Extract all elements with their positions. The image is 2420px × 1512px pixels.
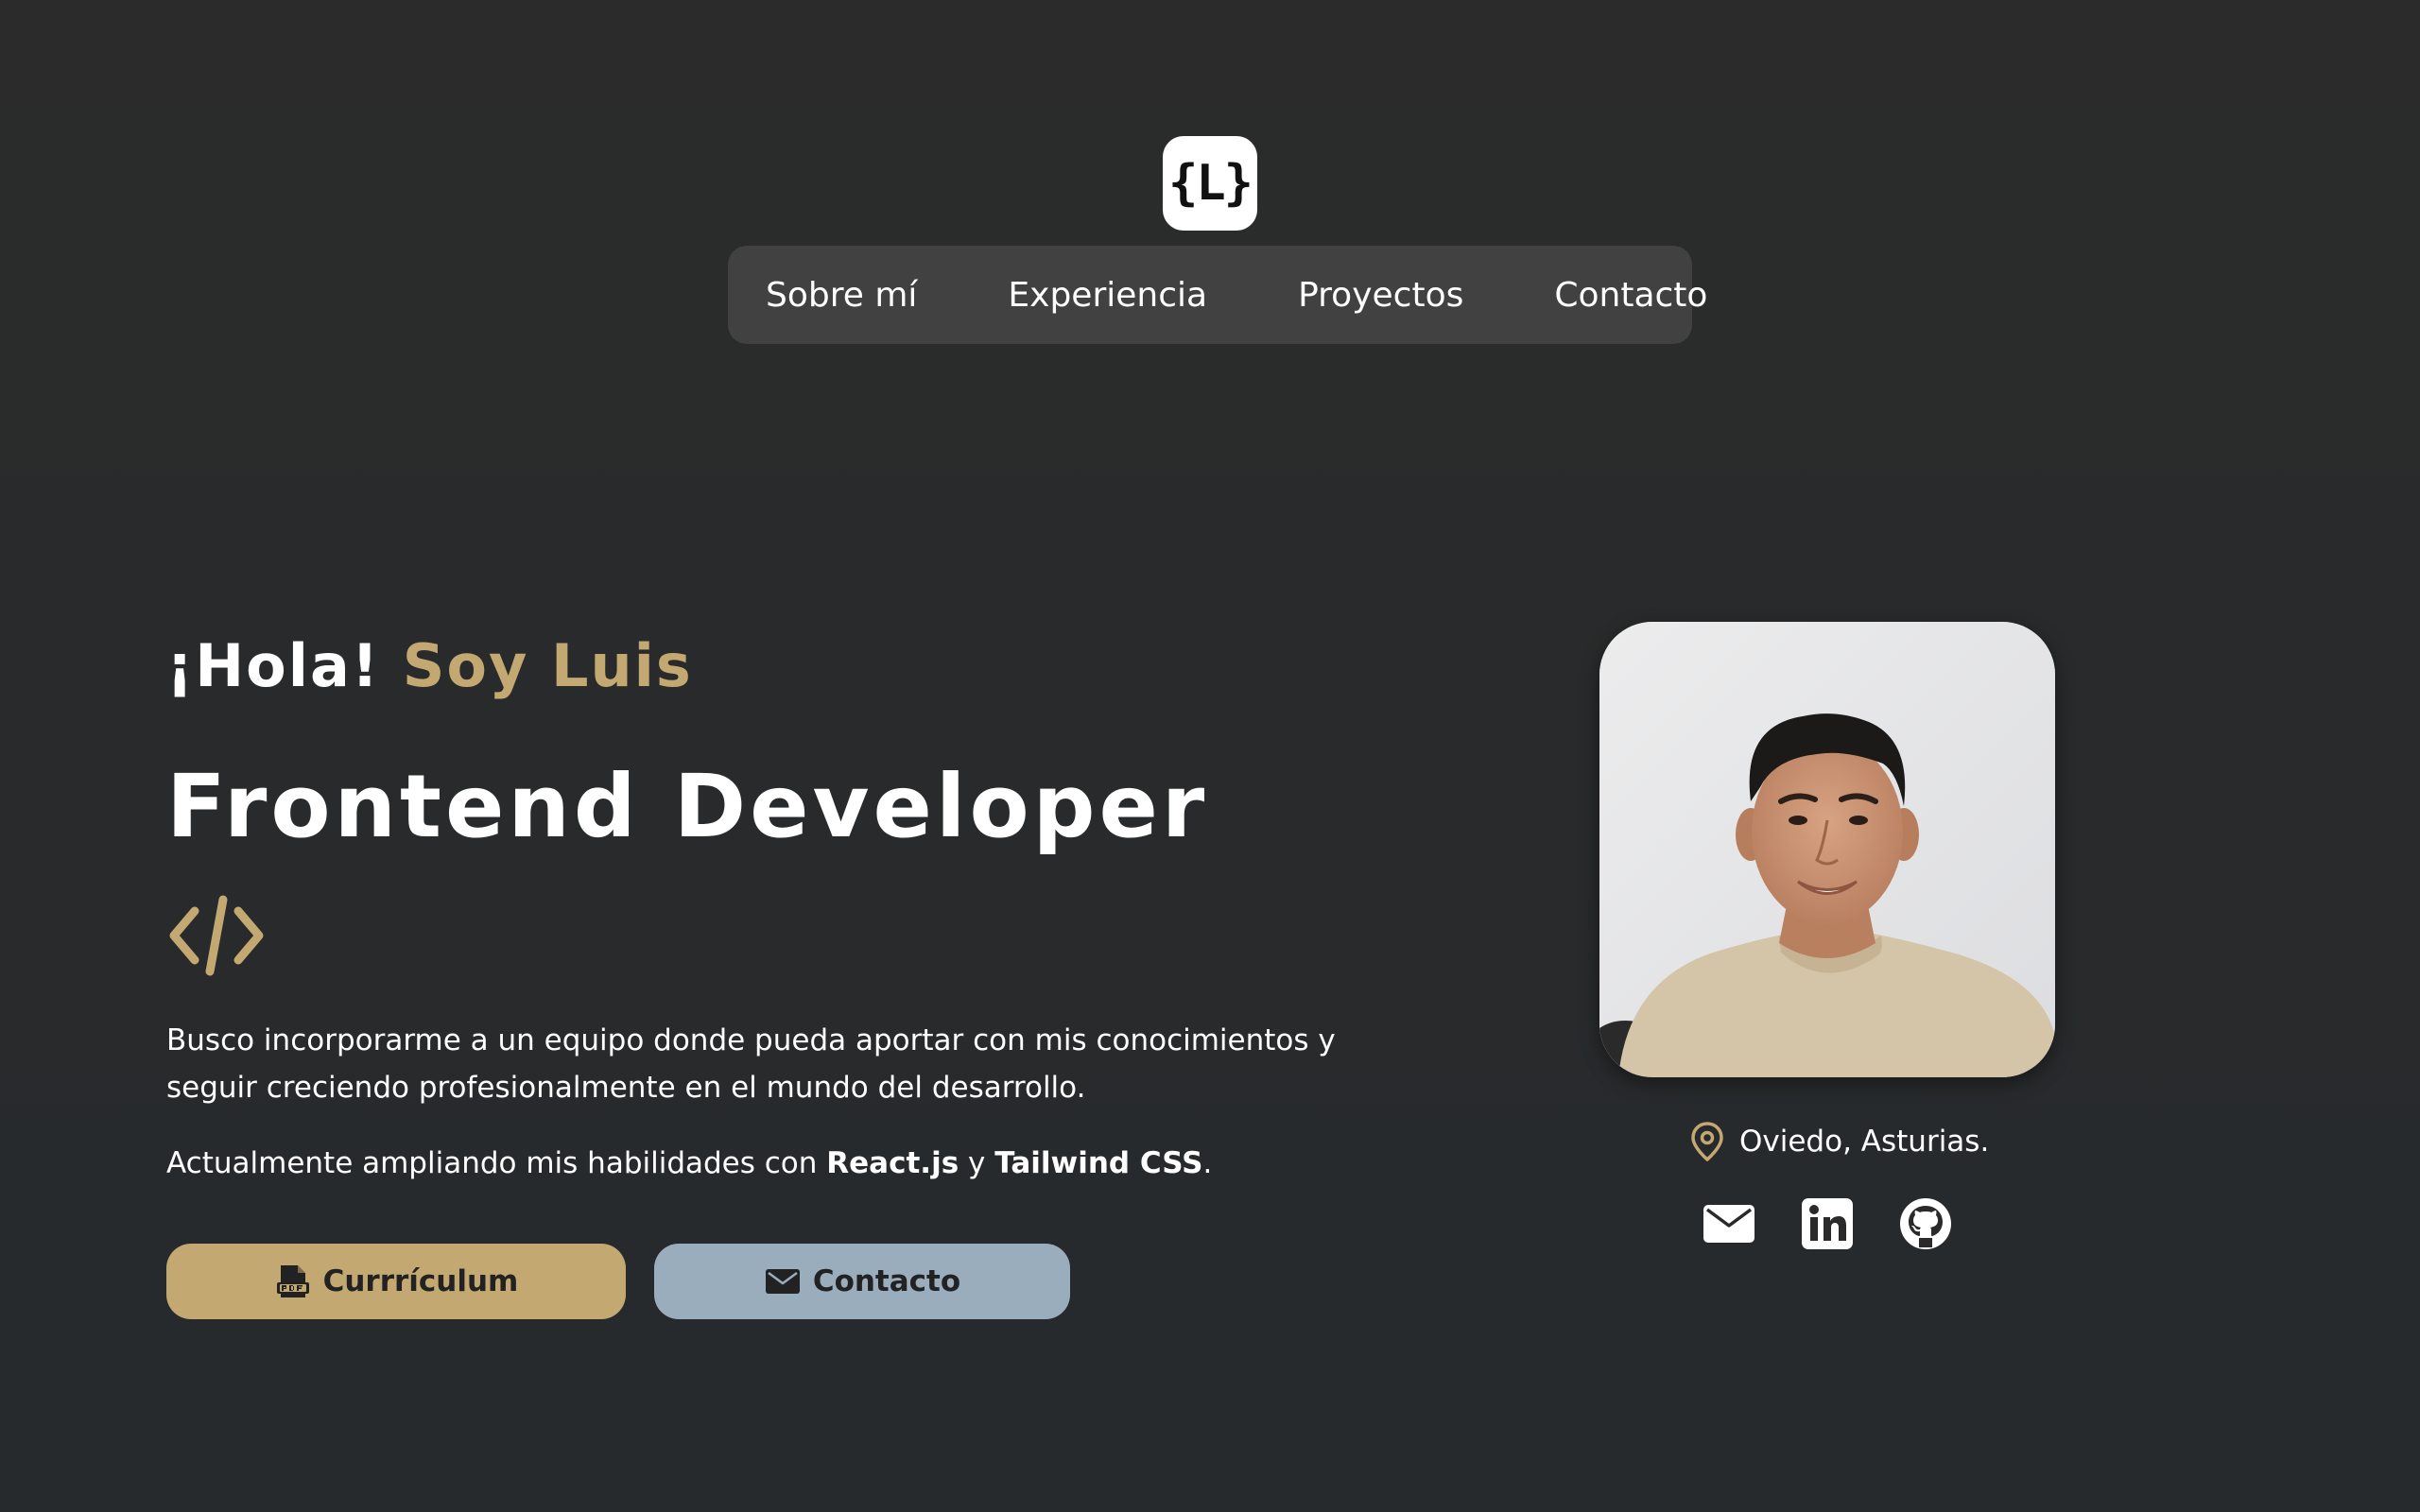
skills-prefix: Actualmente ampliando mis habilidades co… [166, 1146, 818, 1180]
intro-description: Busco incorporarme a un equipo donde pue… [166, 1023, 1336, 1105]
pdf-file-icon [276, 1265, 309, 1297]
map-pin-icon [1691, 1122, 1723, 1161]
github-icon[interactable] [1898, 1196, 1953, 1251]
page-title: Frontend Developer [166, 756, 1209, 857]
contact-button-label: Contacto [812, 1264, 961, 1298]
cv-button-label: Currrículum [322, 1264, 519, 1298]
contact-button[interactable]: Contacto [654, 1244, 1070, 1319]
profile-photo-illustration [1599, 622, 2055, 1077]
main-navigation: Sobre mí Experiencia Proyectos Contacto [728, 246, 1707, 344]
logo-text: {L} [1168, 155, 1253, 212]
nav-item-experiencia[interactable]: Experiencia [1008, 276, 1207, 315]
location: Oviedo, Asturias. [1688, 1121, 1989, 1162]
cv-button[interactable]: Currrículum [166, 1244, 626, 1319]
skills-description: Actualmente ampliando mis habilidades co… [166, 1140, 1414, 1187]
nav-item-sobre-mi[interactable]: Sobre mí [766, 276, 917, 315]
greeting-heading: ¡Hola! Soy Luis [166, 631, 693, 700]
skill-tailwind: Tailwind CSS [994, 1146, 1203, 1180]
nav-item-proyectos[interactable]: Proyectos [1298, 276, 1463, 315]
profile-photo [1599, 622, 2055, 1077]
location-text: Oviedo, Asturias. [1739, 1125, 1990, 1159]
social-links [1702, 1196, 1953, 1251]
site-logo[interactable]: {L} [1163, 136, 1257, 231]
skill-react: React.js [826, 1146, 959, 1180]
greeting-prefix: ¡Hola! [166, 631, 381, 700]
skills-suffix: . [1202, 1146, 1213, 1180]
envelope-icon [765, 1269, 800, 1294]
greeting-name: Soy Luis [402, 631, 693, 700]
nav-item-contacto[interactable]: Contacto [1554, 276, 1707, 315]
code-brackets-icon [169, 895, 264, 976]
linkedin-icon[interactable] [1800, 1196, 1855, 1251]
mail-icon[interactable] [1702, 1196, 1756, 1251]
skills-joiner: y [968, 1146, 986, 1180]
